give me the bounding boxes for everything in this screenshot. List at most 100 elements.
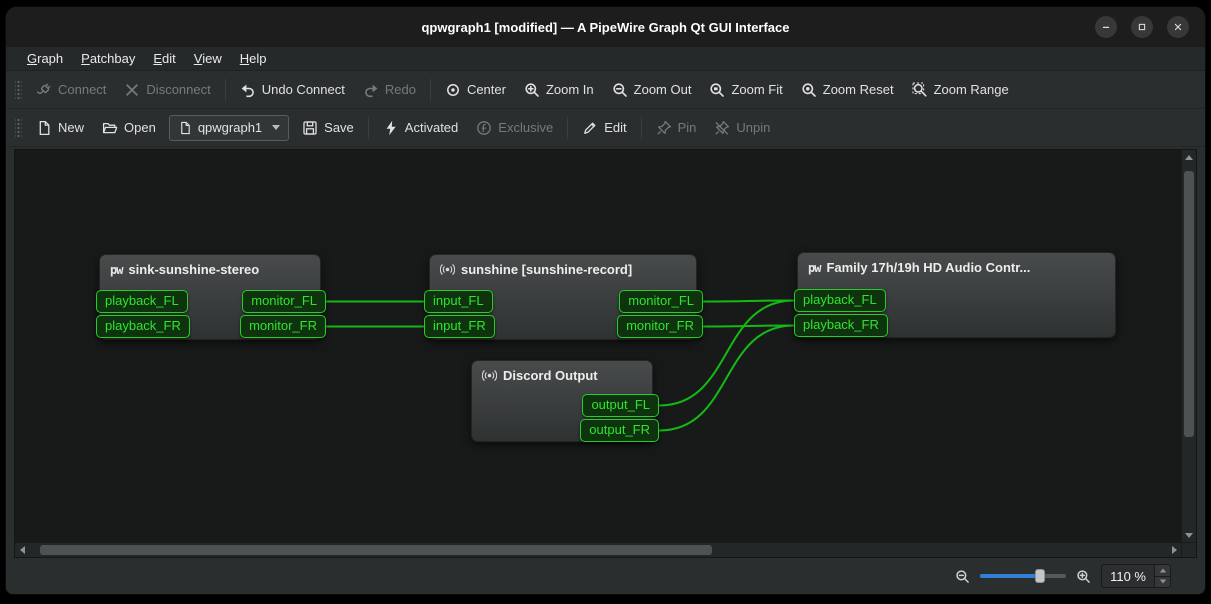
zoom-in-icon[interactable] [1076, 569, 1091, 584]
activated-toggle[interactable]: Activated [374, 114, 467, 142]
port-playback-fl[interactable]: playback_FL [794, 289, 886, 312]
vertical-scroll-track[interactable] [1182, 164, 1196, 528]
activated-icon [383, 120, 399, 136]
patchbay-file-icon [178, 121, 192, 135]
center-button[interactable]: Center [436, 76, 515, 104]
connect-button[interactable]: Connect [27, 76, 115, 104]
patchbay-combobox[interactable]: qpwgraph1 [169, 115, 289, 141]
connect-label: Connect [58, 82, 106, 97]
toolbar-separator [430, 79, 431, 101]
spin-up-button[interactable] [1155, 565, 1170, 577]
center-icon [445, 82, 461, 98]
zoom-in-icon [524, 82, 540, 98]
undo-connect-button[interactable]: Undo Connect [231, 76, 354, 104]
disconnect-label: Disconnect [146, 82, 210, 97]
zoom-out-icon[interactable] [955, 569, 970, 584]
horizontal-scroll-handle[interactable] [40, 545, 711, 555]
redo-label: Redo [385, 82, 416, 97]
scroll-down-button[interactable] [1182, 528, 1196, 542]
zoom-range-button[interactable]: Zoom Range [903, 76, 1018, 104]
node-title-text: Family 17h/19h HD Audio Contr... [826, 260, 1030, 275]
menu-edit[interactable]: Edit [144, 49, 184, 68]
open-button[interactable]: Open [93, 114, 165, 142]
close-button[interactable] [1167, 16, 1189, 38]
toolbar-handle[interactable] [15, 79, 22, 101]
port-input-fr[interactable]: input_FR [424, 315, 495, 338]
toolbar-separator [641, 117, 642, 139]
zoom-slider-fill [980, 574, 1040, 578]
unpin-button[interactable]: Unpin [705, 114, 779, 142]
save-button[interactable]: Save [293, 114, 363, 142]
port-monitor-fr[interactable]: monitor_FR [240, 315, 326, 338]
zoom-fit-button[interactable]: Zoom Fit [700, 76, 791, 104]
toolbar-handle[interactable] [15, 117, 22, 139]
port-monitor-fl[interactable]: monitor_FL [619, 290, 703, 313]
spin-down-button[interactable] [1155, 577, 1170, 588]
disconnect-icon [124, 82, 140, 98]
titlebar[interactable]: qpwgraph1 [modified] — A PipeWire Graph … [6, 7, 1205, 47]
pin-button[interactable]: Pin [647, 114, 706, 142]
redo-button[interactable]: Redo [354, 76, 425, 104]
toolbar-separator [225, 79, 226, 101]
maximize-button[interactable] [1131, 16, 1153, 38]
vertical-scroll-handle[interactable] [1184, 171, 1194, 437]
port-monitor-fl[interactable]: monitor_FL [242, 290, 326, 313]
activated-label: Activated [405, 120, 458, 135]
node-sunshine[interactable]: sunshine [sunshine-record] input_FL inpu… [429, 254, 697, 340]
zoom-in-button[interactable]: Zoom In [515, 76, 603, 104]
exclusive-toggle[interactable]: Exclusive [467, 114, 562, 142]
port-output-fr[interactable]: output_FR [580, 419, 659, 442]
horizontal-scrollbar[interactable] [15, 542, 1181, 557]
node-family-hd-audio[interactable]: pw Family 17h/19h HD Audio Contr... play… [797, 252, 1116, 338]
graph-canvas[interactable]: pw sink-sunshine-stereo playback_FL play… [15, 150, 1181, 542]
connections-layer[interactable] [15, 150, 1181, 542]
vertical-scrollbar[interactable] [1181, 150, 1196, 542]
toolbar-separator [567, 117, 568, 139]
minimize-button[interactable] [1095, 16, 1117, 38]
arrow-right-icon [1172, 546, 1177, 554]
zoom-spinbox[interactable]: 110 % [1101, 564, 1171, 588]
open-folder-icon [102, 120, 118, 136]
node-title-text: sunshine [sunshine-record] [461, 262, 632, 277]
port-playback-fl[interactable]: playback_FL [96, 290, 188, 313]
zoom-reset-button[interactable]: Zoom Reset [792, 76, 903, 104]
undo-label: Undo Connect [262, 82, 345, 97]
menu-view[interactable]: View [185, 49, 231, 68]
zoom-out-button[interactable]: Zoom Out [603, 76, 701, 104]
save-icon [302, 120, 318, 136]
node-title: Discord Output [472, 361, 652, 383]
node-discord-output[interactable]: Discord Output output_FL output_FR [471, 360, 653, 442]
menu-graph[interactable]: Graph [18, 49, 72, 68]
node-sink-sunshine-stereo[interactable]: pw sink-sunshine-stereo playback_FL play… [99, 254, 321, 340]
new-file-icon [36, 120, 52, 136]
port-monitor-fr[interactable]: monitor_FR [617, 315, 703, 338]
zoom-value[interactable]: 110 % [1102, 565, 1154, 587]
new-button[interactable]: New [27, 114, 93, 142]
window-controls [1095, 16, 1189, 38]
redo-icon [363, 82, 379, 98]
node-title: sunshine [sunshine-record] [430, 255, 696, 277]
port-playback-fr[interactable]: playback_FR [794, 314, 888, 337]
menu-patchbay[interactable]: Patchbay [72, 49, 144, 68]
connect-icon [36, 82, 52, 98]
record-icon [440, 262, 455, 277]
zoom-slider[interactable] [980, 568, 1066, 584]
port-playback-fr[interactable]: playback_FR [96, 315, 190, 338]
scroll-up-button[interactable] [1182, 150, 1196, 164]
menu-help[interactable]: Help [231, 49, 276, 68]
toolbar-patchbay: New Open qpwgraph1 Save Activated Exclus… [6, 109, 1205, 147]
disconnect-button[interactable]: Disconnect [115, 76, 219, 104]
edit-toggle[interactable]: Edit [573, 114, 635, 142]
horizontal-scroll-track[interactable] [29, 543, 1167, 557]
arrow-down-icon [1185, 533, 1193, 538]
scroll-left-button[interactable] [15, 543, 29, 557]
zoom-reset-icon [801, 82, 817, 98]
scroll-right-button[interactable] [1167, 543, 1181, 557]
window-title: qpwgraph1 [modified] — A PipeWire Graph … [421, 20, 789, 35]
toolbar-main: Connect Disconnect Undo Connect Redo Cen… [6, 71, 1205, 109]
zoom-slider-handle[interactable] [1035, 569, 1045, 583]
center-label: Center [467, 82, 506, 97]
port-output-fl[interactable]: output_FL [582, 394, 659, 417]
graph-frame: pw sink-sunshine-stereo playback_FL play… [14, 149, 1197, 558]
port-input-fl[interactable]: input_FL [424, 290, 493, 313]
